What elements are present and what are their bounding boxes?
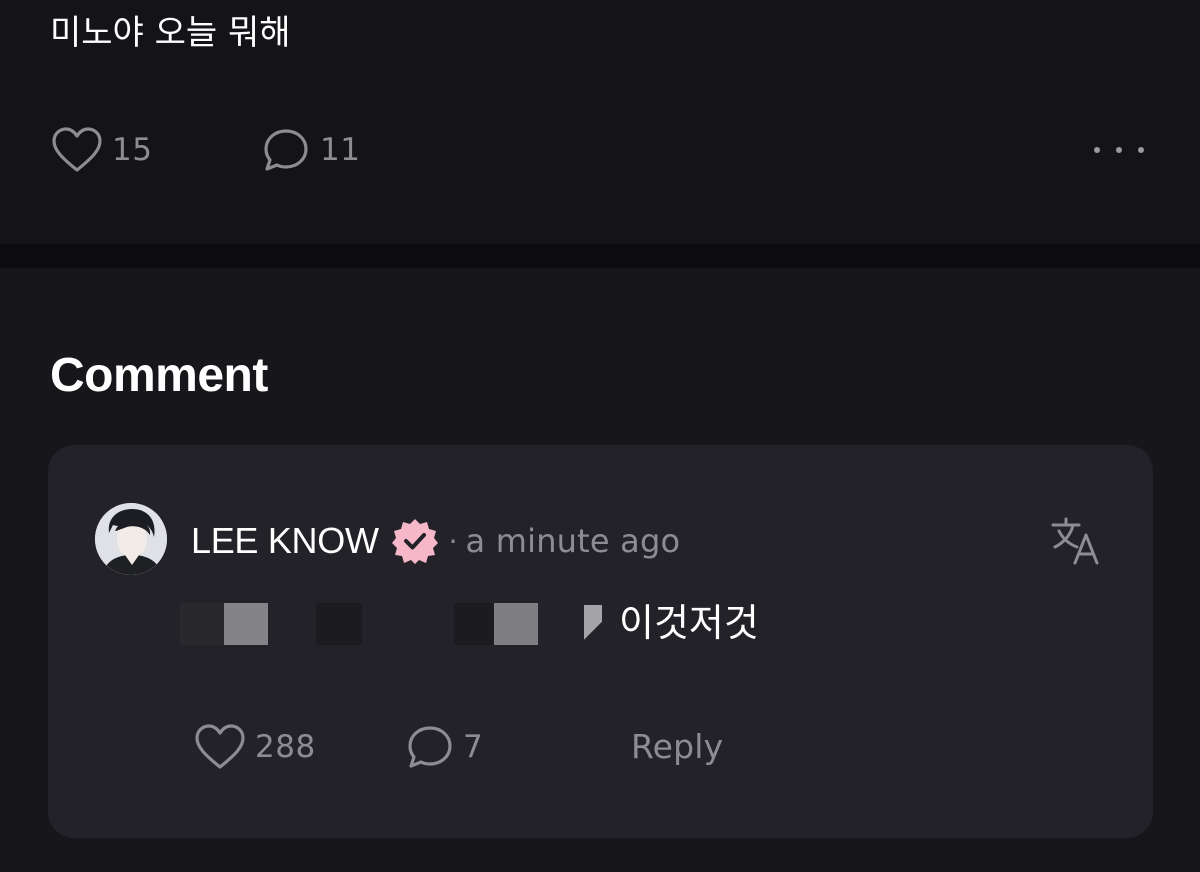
redacted-block [224, 603, 268, 645]
comment-like-button[interactable]: 288 [193, 721, 316, 773]
heart-outline-icon [193, 721, 247, 773]
redacted-block [180, 603, 224, 645]
section-divider [0, 244, 1200, 268]
comment-timestamp: a minute ago [465, 522, 681, 560]
comment-replies-button[interactable]: 7 [405, 721, 483, 773]
speech-bubble-icon [260, 124, 312, 176]
more-dot [1138, 147, 1144, 153]
redacted-block [454, 603, 494, 645]
redacted-block [584, 605, 602, 645]
avatar[interactable] [95, 503, 167, 575]
reply-button[interactable]: Reply [631, 721, 723, 773]
redacted-block [494, 603, 538, 645]
comment-actions: 288 7 Reply [193, 721, 893, 773]
post-comment-button[interactable]: 11 [260, 124, 360, 176]
comment-meta: LEE KNOW · a minute ago [191, 517, 680, 565]
speech-bubble-icon [405, 721, 455, 773]
comment-body: 이것저것 [178, 595, 878, 651]
post-like-count: 15 [112, 132, 153, 168]
redacted-block [316, 603, 362, 645]
post: 미노야 오늘 뭐해 15 11 [0, 0, 1200, 244]
meta-separator: · [448, 524, 458, 558]
post-like-button[interactable]: 15 [50, 124, 152, 176]
post-comment-count: 11 [320, 132, 361, 168]
comment-text: 이것저것 [619, 601, 759, 645]
post-text: 미노야 오늘 뭐해 [50, 13, 291, 53]
more-dot [1116, 147, 1122, 153]
more-dot [1094, 147, 1100, 153]
more-horizontal-icon[interactable] [1094, 136, 1144, 164]
heart-outline-icon [50, 124, 104, 176]
comment-reply-count: 7 [463, 729, 484, 765]
comment-like-count: 288 [255, 729, 316, 765]
comment-card: LEE KNOW · a minute ago 이것저것 288 7 Reply [48, 445, 1153, 838]
author-name[interactable]: LEE KNOW [191, 520, 379, 562]
comments-heading: Comment [50, 349, 268, 402]
verified-badge-icon [391, 517, 439, 565]
post-actions: 15 11 [50, 124, 1150, 176]
translate-icon[interactable] [1049, 515, 1101, 567]
